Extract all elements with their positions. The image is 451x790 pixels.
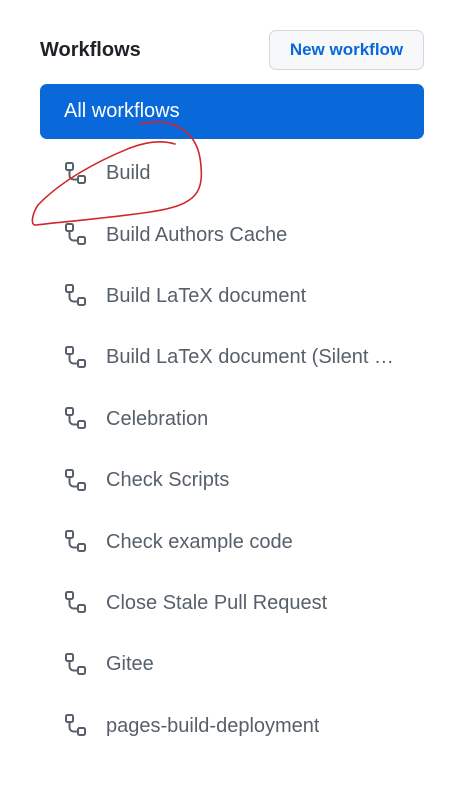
workflow-item-check-scripts[interactable]: Check Scripts [40,450,424,511]
workflow-icon [63,283,89,309]
workflow-icon [63,713,89,739]
workflow-label: Close Stale Pull Request [106,591,328,614]
workflow-label: Build [106,162,151,185]
workflow-label: Gitee [106,653,154,676]
workflow-item-build-latex-document[interactable]: Build LaTeX document [40,266,424,327]
workflow-label: Build LaTeX document (Silent … [106,346,394,369]
all-workflows-item[interactable]: All workflows [40,84,424,139]
workflow-icon [63,652,89,678]
workflow-item-build-latex-document-silent[interactable]: Build LaTeX document (Silent … [40,327,424,388]
workflow-label: Check Scripts [106,469,230,492]
workflow-list: Build Build Authors Cache Build LaTeX do… [40,143,424,757]
workflow-item-close-stale-pull-request[interactable]: Close Stale Pull Request [40,573,424,634]
workflows-header: Workflows New workflow [40,30,424,70]
workflow-label: pages-build-deployment [106,714,320,737]
workflow-label: Build LaTeX document [106,284,307,307]
workflow-icon [63,161,89,187]
workflow-item-build[interactable]: Build [40,143,424,204]
workflow-item-gitee[interactable]: Gitee [40,634,424,695]
workflow-label: Build Authors Cache [106,223,288,246]
workflow-item-build-authors-cache[interactable]: Build Authors Cache [40,204,424,265]
workflows-title: Workflows [40,39,141,61]
workflow-item-celebration[interactable]: Celebration [40,389,424,450]
workflow-icon [63,222,89,248]
workflow-icon [63,590,89,616]
workflow-icon [63,468,89,494]
workflow-icon [63,406,89,432]
workflow-item-pages-build-deployment[interactable]: pages-build-deployment [40,696,424,757]
workflow-item-check-example-code[interactable]: Check example code [40,511,424,572]
workflow-icon [63,529,89,555]
workflow-icon [63,345,89,371]
workflow-label: Check example code [106,530,293,553]
new-workflow-button[interactable]: New workflow [269,30,424,70]
workflow-label: Celebration [106,407,209,430]
